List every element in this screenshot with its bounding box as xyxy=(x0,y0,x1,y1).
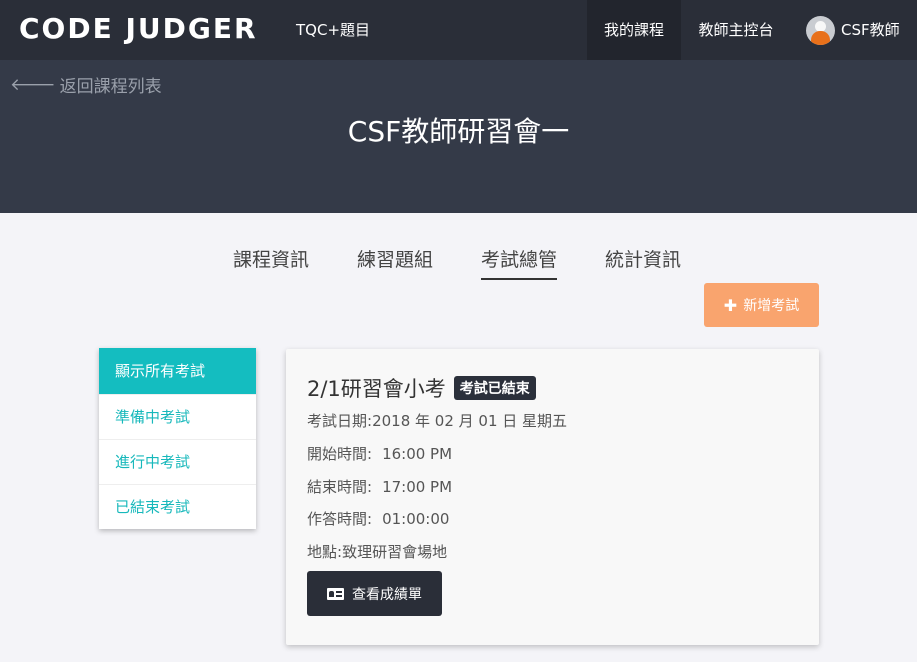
filter-preparing-exams[interactable]: 準備中考試 xyxy=(99,394,256,439)
exam-location-value: 致理研習會場地 xyxy=(342,543,448,561)
plus-icon: ✚ xyxy=(723,295,738,315)
exam-start-label: 開始時間: xyxy=(307,445,373,463)
back-link-label: 返回課程列表 xyxy=(59,77,162,97)
tab-practice-sets[interactable]: 練習題組 xyxy=(357,245,433,278)
exam-date-row: 考試日期:2018 年 02 月 01 日 星期五 xyxy=(307,410,567,431)
add-exam-button[interactable]: ✚ 新增考試 xyxy=(704,283,819,327)
exam-duration-value: 01:00:00 xyxy=(382,510,450,528)
exam-date-label: 考試日期: xyxy=(307,412,373,430)
view-score-report-button[interactable]: 查看成績單 xyxy=(307,571,442,616)
course-title: CSF教師研習會一 xyxy=(347,115,570,148)
exam-duration-row: 作答時間: 01:00:00 xyxy=(307,508,449,529)
arrow-left-icon: 🡐 xyxy=(10,74,56,95)
exam-end-row: 結束時間: 17:00 PM xyxy=(307,476,452,497)
nav-teacher-console[interactable]: 教師主控台 xyxy=(681,0,791,60)
tab-exam-management[interactable]: 考試總管 xyxy=(481,245,558,280)
tab-statistics[interactable]: 統計資訊 xyxy=(605,245,681,278)
status-badge: 考試已結束 xyxy=(453,376,536,400)
avatar xyxy=(806,15,835,45)
exam-end-label: 結束時間: xyxy=(307,478,373,496)
view-score-label: 查看成績單 xyxy=(352,586,422,603)
exam-start-row: 開始時間: 16:00 PM xyxy=(307,443,452,464)
exam-duration-label: 作答時間: xyxy=(307,510,373,528)
filter-all-exams[interactable]: 顯示所有考試 xyxy=(99,348,256,394)
nav-problems-link[interactable]: TQC+題目 xyxy=(296,0,370,60)
filter-ongoing-exams[interactable]: 進行中考試 xyxy=(99,439,256,484)
course-tabs: 課程資訊 練習題組 考試總管 統計資訊 xyxy=(0,245,917,280)
course-header: 🡐 返回課程列表 CSF教師研習會一 xyxy=(0,60,917,213)
exam-location-label: 地點: xyxy=(307,543,343,561)
add-exam-label: 新增考試 xyxy=(743,298,800,314)
top-navbar: CODE JUDGER TQC+題目 我的課程 教師主控台 CSF教師 xyxy=(0,0,917,60)
exam-title: 2/1研習會小考 xyxy=(307,377,446,401)
back-to-course-list-link[interactable]: 🡐 返回課程列表 xyxy=(10,72,162,98)
brand-logo[interactable]: CODE JUDGER xyxy=(19,12,258,45)
exam-card: 2/1研習會小考 考試已結束 考試日期:2018 年 02 月 01 日 星期五… xyxy=(286,349,819,645)
user-name: CSF教師 xyxy=(841,21,900,39)
exam-location-row: 地點:致理研習會場地 xyxy=(307,541,447,562)
exam-end-value: 17:00 PM xyxy=(382,478,453,496)
user-menu[interactable]: CSF教師 xyxy=(806,0,900,60)
id-card-icon xyxy=(327,587,344,600)
exam-title-row: 2/1研習會小考 考試已結束 xyxy=(307,373,536,403)
exam-start-value: 16:00 PM xyxy=(382,445,453,463)
nav-my-courses[interactable]: 我的課程 xyxy=(587,0,681,60)
tab-course-info[interactable]: 課程資訊 xyxy=(233,245,309,278)
exam-filter-sidebar: 顯示所有考試 準備中考試 進行中考試 已結束考試 xyxy=(99,348,256,529)
filter-ended-exams[interactable]: 已結束考試 xyxy=(99,484,256,529)
exam-date-value: 2018 年 02 月 01 日 星期五 xyxy=(372,412,568,430)
